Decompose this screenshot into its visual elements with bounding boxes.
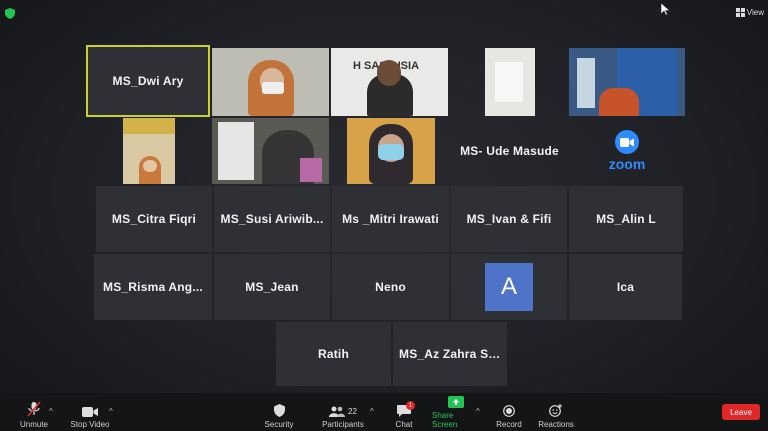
security-label: Security <box>264 420 294 429</box>
video-options-chevron-icon[interactable]: ^ <box>109 407 113 416</box>
participant-tile-dwi-ary[interactable]: MS_Dwi Ary <box>86 45 210 117</box>
participant-tile-az-zahra[interactable]: MS_Az Zahra Sy... <box>393 322 507 386</box>
view-button[interactable]: View <box>735 8 764 17</box>
participant-video-tile[interactable] <box>569 48 685 116</box>
share-screen-icon <box>448 396 464 408</box>
participant-tile-mitri-irawati[interactable]: Ms _Mitri Irawati <box>332 186 449 252</box>
record-button[interactable]: Record <box>494 393 524 431</box>
participant-video-tile[interactable] <box>485 48 535 116</box>
participant-tile-neno[interactable]: Neno <box>332 254 449 320</box>
participants-button[interactable]: 22 Participants <box>318 393 368 431</box>
reactions-label: Reactions <box>538 420 574 429</box>
chat-unread-badge: 1 <box>406 401 415 410</box>
microphone-muted-icon <box>27 401 41 417</box>
participant-tile-ivan-fifi[interactable]: MS_Ivan & Fifi <box>451 186 567 252</box>
reactions-button[interactable]: Reactions <box>537 393 575 431</box>
encryption-shield-icon[interactable] <box>5 6 15 24</box>
participant-tile-ratih[interactable]: Ratih <box>276 322 391 386</box>
avatar-letter: A <box>500 273 517 300</box>
record-icon <box>503 405 515 417</box>
participant-video-tile[interactable] <box>212 48 329 116</box>
security-button[interactable]: Security <box>261 393 297 431</box>
chat-bubble-icon: 1 <box>397 401 415 417</box>
participant-video-tile[interactable] <box>347 118 435 184</box>
zoom-logo: zoom <box>608 130 646 172</box>
shield-icon <box>273 404 285 417</box>
view-label: View <box>746 8 764 17</box>
video-camera-icon <box>82 407 98 417</box>
share-screen-label: Share Screen <box>432 411 458 429</box>
participant-video-tile[interactable] <box>212 118 329 184</box>
participant-tile-citra-fiqri[interactable]: MS_Citra Fiqri <box>96 186 212 252</box>
record-label: Record <box>496 420 522 429</box>
participant-tile-alin[interactable]: MS_Alin L <box>569 186 683 252</box>
chat-label: Chat <box>395 420 413 429</box>
participant-tile-avatar-a[interactable]: A <box>451 254 567 320</box>
participant-name: MS_Alin L <box>596 212 656 226</box>
participants-icon: 22 <box>329 406 357 417</box>
participant-video-tile[interactable]: H SASI USIA <box>331 48 448 116</box>
unmute-label: Unmute <box>19 420 48 429</box>
participant-name: MS_Citra Fiqri <box>111 212 197 226</box>
stop-video-button[interactable]: Stop Video <box>68 393 112 431</box>
share-options-chevron-icon[interactable]: ^ <box>476 407 480 416</box>
participant-name: Ica <box>616 280 635 294</box>
participant-name: Ratih <box>318 347 349 361</box>
share-screen-button[interactable]: Share Screen <box>432 393 480 431</box>
participant-video-tile[interactable] <box>123 118 175 184</box>
zoom-camera-icon <box>615 130 639 154</box>
stop-video-label: Stop Video <box>70 420 110 429</box>
participant-name: Neno <box>375 280 406 294</box>
mouse-cursor-icon <box>661 3 670 16</box>
grid-view-icon <box>735 8 745 17</box>
participant-name: Ms _Mitri Irawati <box>342 212 439 226</box>
chat-button[interactable]: 1 Chat <box>390 393 418 431</box>
participant-tile-jean[interactable]: MS_Jean <box>214 254 330 320</box>
audio-options-chevron-icon[interactable]: ^ <box>49 407 53 416</box>
participant-name: MS_Susi Ariwib... <box>220 212 324 226</box>
participants-options-chevron-icon[interactable]: ^ <box>370 407 374 416</box>
participant-tile-zoom[interactable]: zoom <box>569 118 685 184</box>
participant-name: MS_Az Zahra Sy... <box>399 347 505 361</box>
meeting-toolbar <box>0 393 768 431</box>
participants-count: 22 <box>348 407 357 416</box>
participant-name: MS_Jean <box>245 280 299 294</box>
participant-tile-ica[interactable]: Ica <box>569 254 682 320</box>
participants-label: Participants <box>322 420 364 429</box>
leave-button[interactable]: Leave <box>722 404 760 420</box>
participant-name: MS_Dwi Ary <box>112 74 184 88</box>
participant-tile-susi[interactable]: MS_Susi Ariwib... <box>214 186 330 252</box>
avatar: A <box>485 263 533 311</box>
participant-name: MS_Ivan & Fifi <box>466 212 552 226</box>
leave-label: Leave <box>730 407 752 417</box>
participant-name: MS_Risma Ang... <box>103 280 203 294</box>
participant-tile-risma[interactable]: MS_Risma Ang... <box>94 254 212 320</box>
zoom-wordmark: zoom <box>608 156 646 172</box>
smiley-plus-icon <box>549 404 563 417</box>
unmute-button[interactable]: Unmute <box>14 393 54 431</box>
participant-name: MS- Ude Masude <box>460 144 559 158</box>
participant-tile-ude-masude[interactable]: MS- Ude Masude <box>451 118 568 184</box>
